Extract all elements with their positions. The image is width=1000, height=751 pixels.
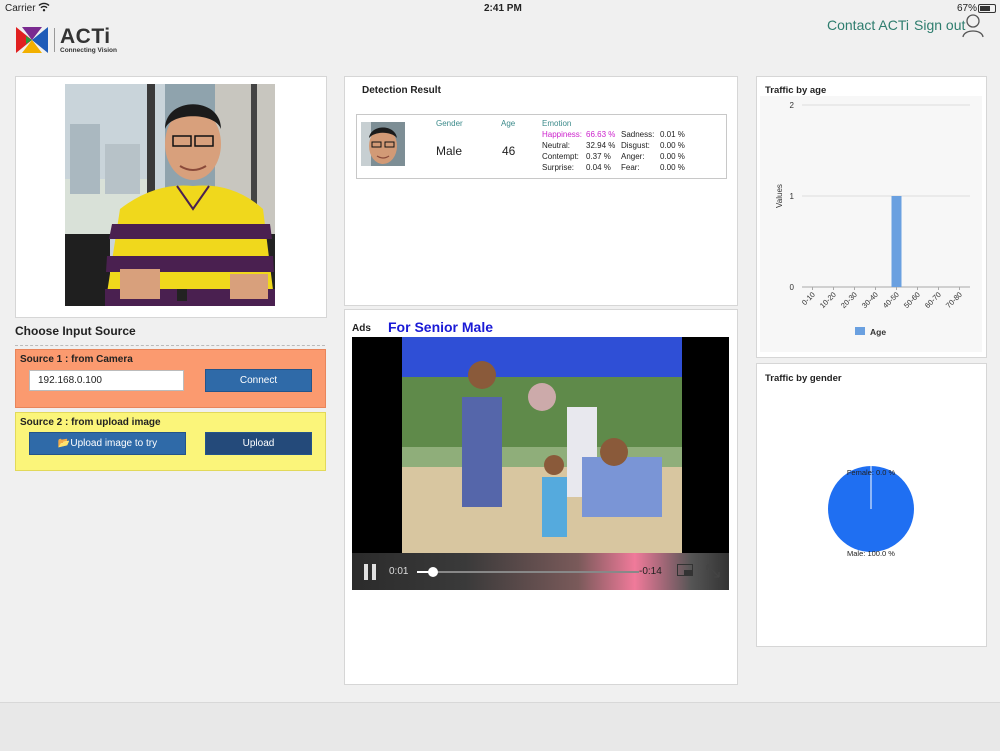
ads-title: For Senior Male	[388, 319, 494, 335]
emotion-row: Contempt: 0.37 %	[542, 151, 620, 162]
emotion-value: 0.04 %	[586, 163, 611, 172]
emotion-value: 0.00 %	[660, 152, 685, 161]
emotion-row: Disgust: 0.00 %	[621, 140, 691, 151]
emotion-name: Fear:	[621, 163, 640, 172]
battery-percent: 67%	[957, 3, 978, 14]
emotion-value: 0.00 %	[660, 141, 685, 150]
acti-logo-icon	[16, 27, 48, 53]
fullscreen-icon[interactable]	[705, 563, 721, 579]
camera-ip-input[interactable]: 192.168.0.100	[29, 370, 184, 391]
brand-name: ACTi	[60, 25, 111, 48]
signout-link[interactable]: Sign out	[914, 17, 965, 33]
emotion-list-left: Happiness: 66.63 % Neutral: 32.94 % Contempt…	[542, 129, 620, 173]
detection-panel	[344, 76, 738, 306]
emotion-name: Surprise:	[542, 163, 575, 172]
camera-source-box: Source 1 : from Camera 192.168.0.100 Con…	[15, 349, 326, 408]
detected-face-thumbnail	[361, 122, 405, 166]
age-chart-title: Traffic by age	[765, 85, 827, 96]
upload-image-button[interactable]: 📂Upload image to try	[29, 432, 186, 455]
emotion-name: Disgust:	[621, 141, 650, 150]
emotion-name: Neutral:	[542, 141, 571, 150]
folder-icon: 📂	[57, 438, 71, 449]
emotion-row: Neutral: 32.94 %	[542, 140, 620, 151]
input-photo	[65, 84, 275, 306]
gender-label: Gender	[436, 119, 463, 128]
emotion-value: 0.37 %	[586, 152, 611, 161]
battery-icon	[978, 4, 996, 13]
gender-pie-chart: Female: 0.0 % Male: 100.0 %	[760, 385, 982, 640]
upload-image-label: Upload image to try	[70, 438, 158, 449]
seek-handle[interactable]	[427, 567, 438, 577]
age-bar-chart: 012Values0-10 10-20 20-30 30-40 40-50 50-60 60…	[760, 96, 982, 352]
camera-source-title: Source 1 : from Camera	[20, 354, 133, 365]
upload-source-box: Source 2 : from upload image 📂Upload ima…	[15, 412, 326, 471]
emotion-list-right: Sadness: 0.01 % Disgust: 0.00 % Anger: 0.00 %…	[621, 129, 691, 173]
emotion-name: Happiness:	[542, 130, 583, 139]
wifi-icon	[38, 2, 50, 12]
brand-tagline: Connecting Vision	[60, 47, 117, 54]
emotion-value: 66.63 %	[586, 130, 616, 139]
gender-value: Male	[436, 144, 463, 158]
upload-button[interactable]: Upload	[205, 432, 312, 455]
y-tick-label: 1	[790, 192, 795, 201]
pie-label-male: Male: 100.0 %	[847, 549, 895, 558]
detection-title: Detection Result	[362, 85, 441, 96]
picture-in-picture-icon[interactable]	[677, 564, 693, 578]
divider	[15, 345, 325, 346]
bottom-bar	[0, 702, 1000, 751]
upload-source-title: Source 2 : from upload image	[20, 417, 161, 428]
carrier-label: Carrier	[5, 3, 36, 14]
age-value: 46	[502, 144, 516, 158]
connect-button[interactable]: Connect	[205, 369, 312, 392]
remaining-time: -0:14	[639, 566, 662, 577]
legend-label: Age	[870, 327, 886, 337]
logo-divider	[54, 28, 55, 52]
pie-label-female: Female: 0.0 %	[847, 468, 896, 477]
seek-bar[interactable]	[417, 567, 639, 577]
emotion-name: Sadness:	[621, 130, 655, 139]
y-tick-label: 0	[790, 283, 795, 292]
emotion-value: 32.94 %	[586, 141, 616, 150]
emotion-row: Fear: 0.00 %	[621, 162, 691, 173]
legend-swatch	[855, 327, 865, 335]
age-bar	[891, 196, 902, 287]
y-tick-label: 2	[790, 101, 795, 110]
emotion-value: 0.01 %	[660, 130, 685, 139]
pause-icon[interactable]	[364, 564, 376, 580]
video-controls: 0:01 -0:14	[352, 553, 729, 590]
emotion-row: Happiness: 66.63 %	[542, 129, 620, 140]
contact-link[interactable]: Contact ACTi	[827, 17, 909, 33]
age-label: Age	[501, 119, 516, 128]
emotion-row: Sadness: 0.01 %	[621, 129, 691, 140]
input-source-title: Choose Input Source	[15, 324, 136, 338]
emotion-name: Anger:	[621, 152, 645, 161]
emotion-row: Surprise: 0.04 %	[542, 162, 620, 173]
emotion-name: Contempt:	[542, 152, 579, 161]
y-axis-label: Values	[775, 184, 784, 208]
elapsed-time: 0:01	[389, 566, 409, 577]
status-bar: Carrier 2:41 PM 67%	[0, 0, 1000, 16]
clock: 2:41 PM	[484, 3, 522, 14]
chart-background	[760, 96, 982, 352]
emotion-label: Emotion	[542, 119, 572, 128]
emotion-value: 0.00 %	[660, 163, 685, 172]
ads-label: Ads	[352, 323, 371, 334]
user-icon[interactable]	[962, 14, 984, 38]
emotion-row: Anger: 0.00 %	[621, 151, 691, 162]
gender-chart-title: Traffic by gender	[765, 373, 842, 384]
